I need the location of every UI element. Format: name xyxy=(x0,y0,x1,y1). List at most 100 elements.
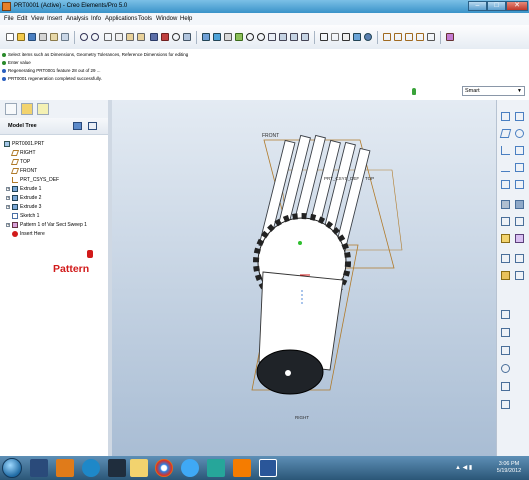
menu-view[interactable]: View xyxy=(31,16,44,22)
csys-display-icon[interactable] xyxy=(416,33,424,41)
draft-tool-icon[interactable] xyxy=(515,254,524,263)
taskbar-notes-icon[interactable] xyxy=(207,459,225,477)
tree-item-pattern-1[interactable]: + Pattern 1 of Var Sect Sweep 1 xyxy=(6,221,87,229)
menu-help[interactable]: Help xyxy=(180,16,192,22)
spin-tool-icon[interactable] xyxy=(501,180,510,189)
zoom-in-icon[interactable] xyxy=(246,33,254,41)
minimize-button[interactable]: – xyxy=(468,1,487,11)
reorient-icon[interactable] xyxy=(268,33,276,41)
hidden-line-icon[interactable] xyxy=(331,33,339,41)
menu-insert[interactable]: Insert xyxy=(47,16,62,22)
taskbar-app-icon[interactable] xyxy=(82,459,100,477)
selection-filter-select[interactable]: Smart ▼ xyxy=(462,86,525,96)
start-button[interactable] xyxy=(2,458,22,478)
find-icon[interactable] xyxy=(172,33,180,41)
paste-special-icon[interactable] xyxy=(137,33,145,41)
pattern-tool-icon[interactable] xyxy=(501,364,510,373)
revolve-tool-icon[interactable] xyxy=(515,200,524,209)
undo-icon[interactable] xyxy=(80,33,88,41)
menu-window[interactable]: Window xyxy=(156,16,177,22)
menu-file[interactable]: File xyxy=(4,16,14,22)
wireframe-icon[interactable] xyxy=(320,33,328,41)
close-button[interactable]: ✕ xyxy=(506,1,528,11)
blend-tool-icon[interactable] xyxy=(515,217,524,226)
tree-item-sketch-1[interactable]: Sketch 1 xyxy=(12,212,39,220)
layers-icon[interactable] xyxy=(290,33,298,41)
menu-applications[interactable]: Applications xyxy=(105,16,137,22)
regenerate-icon[interactable] xyxy=(150,33,158,41)
menu-tools[interactable]: Tools xyxy=(138,16,152,22)
datum-plane-tool-icon[interactable] xyxy=(501,112,510,121)
merge-tool-icon[interactable] xyxy=(501,328,510,337)
rib-tool-icon[interactable] xyxy=(501,254,510,263)
taskbar-media-icon[interactable] xyxy=(30,459,48,477)
tree-item-extrude-2[interactable]: + Extrude 2 xyxy=(6,194,41,202)
tree-item-top[interactable]: TOP xyxy=(10,158,30,166)
datum-plane-display-icon[interactable] xyxy=(383,33,391,41)
tab-folder-browser[interactable] xyxy=(21,103,33,115)
tree-item-right[interactable]: RIGHT xyxy=(10,149,36,157)
shell-tool-icon[interactable] xyxy=(515,234,524,243)
orient-mode-icon[interactable] xyxy=(224,33,232,41)
tree-item-csys[interactable]: PRT_CSYS_DEF xyxy=(12,176,59,184)
taskbar-chrome-icon[interactable] xyxy=(155,459,173,477)
sweep-tool-icon[interactable] xyxy=(501,217,510,226)
section-tool-icon[interactable] xyxy=(515,180,524,189)
datum-point-display-icon[interactable] xyxy=(405,33,413,41)
repaint-icon[interactable] xyxy=(202,33,210,41)
extrude-tool-icon[interactable] xyxy=(501,200,510,209)
extend-tool-icon[interactable] xyxy=(501,382,510,391)
tree-item-extrude-3[interactable]: + Extrude 3 xyxy=(6,203,41,211)
mirror-tool-icon[interactable] xyxy=(501,310,510,319)
email-icon[interactable] xyxy=(50,33,58,41)
new-file-icon[interactable] xyxy=(6,33,14,41)
view-manager-icon[interactable] xyxy=(301,33,309,41)
tree-item-front[interactable]: FRONT xyxy=(10,167,37,175)
select-box-icon[interactable] xyxy=(183,33,191,41)
round-tool-icon[interactable] xyxy=(501,271,510,280)
system-tray[interactable]: ▲ ◀ ▮ xyxy=(455,464,472,471)
tree-item-insert-here[interactable]: Insert Here xyxy=(12,230,45,238)
chamfer-tool-icon[interactable] xyxy=(515,271,524,280)
context-help-icon[interactable] xyxy=(446,33,454,41)
regen-status-icon[interactable] xyxy=(412,88,416,95)
redo-icon[interactable] xyxy=(91,33,99,41)
tree-show-icon[interactable] xyxy=(88,122,97,130)
taskbar-vlc-icon[interactable] xyxy=(233,459,251,477)
email-link-icon[interactable] xyxy=(61,33,69,41)
appearance-icon[interactable] xyxy=(364,33,372,41)
analysis-tool-icon[interactable] xyxy=(515,146,524,155)
cut-icon[interactable] xyxy=(104,33,112,41)
open-folder-icon[interactable] xyxy=(17,33,25,41)
saved-views-icon[interactable] xyxy=(279,33,287,41)
model-viewport[interactable]: FRONT PRT_CSYS_DEF TOP RIGHT xyxy=(112,100,496,456)
curve-tool-icon[interactable] xyxy=(501,163,510,172)
tab-favorites[interactable] xyxy=(37,103,49,115)
taskbar-player-icon[interactable] xyxy=(56,459,74,477)
csys-tool-icon[interactable] xyxy=(501,146,510,155)
taskbar-folder-icon[interactable] xyxy=(130,459,148,477)
save-icon[interactable] xyxy=(28,33,36,41)
regen-manager-icon[interactable] xyxy=(161,33,169,41)
trim-tool-icon[interactable] xyxy=(501,346,510,355)
taskbar-creo-icon[interactable] xyxy=(108,459,126,477)
hole-tool-icon[interactable] xyxy=(501,234,510,243)
graphics-window[interactable]: FRONT PRT_CSYS_DEF TOP RIGHT xyxy=(112,100,496,456)
sketch-plane-tool-icon[interactable] xyxy=(499,129,512,138)
sketch-tool-icon[interactable] xyxy=(515,163,524,172)
datum-axis-display-icon[interactable] xyxy=(394,33,402,41)
datum-axis-tool-icon[interactable] xyxy=(515,112,524,121)
tree-settings-icon[interactable] xyxy=(73,122,82,130)
taskbar-word-icon[interactable] xyxy=(259,459,277,477)
zoom-out-icon[interactable] xyxy=(257,33,265,41)
menu-analysis[interactable]: Analysis xyxy=(66,16,88,22)
shading-icon[interactable] xyxy=(353,33,361,41)
print-icon[interactable] xyxy=(39,33,47,41)
copy-icon[interactable] xyxy=(115,33,123,41)
datum-point-tool-icon[interactable] xyxy=(515,129,524,138)
menu-info[interactable]: Info xyxy=(91,16,101,22)
maximize-button[interactable]: □ xyxy=(487,1,506,11)
refit-icon[interactable] xyxy=(235,33,243,41)
paste-icon[interactable] xyxy=(126,33,134,41)
spin-center-icon[interactable] xyxy=(213,33,221,41)
